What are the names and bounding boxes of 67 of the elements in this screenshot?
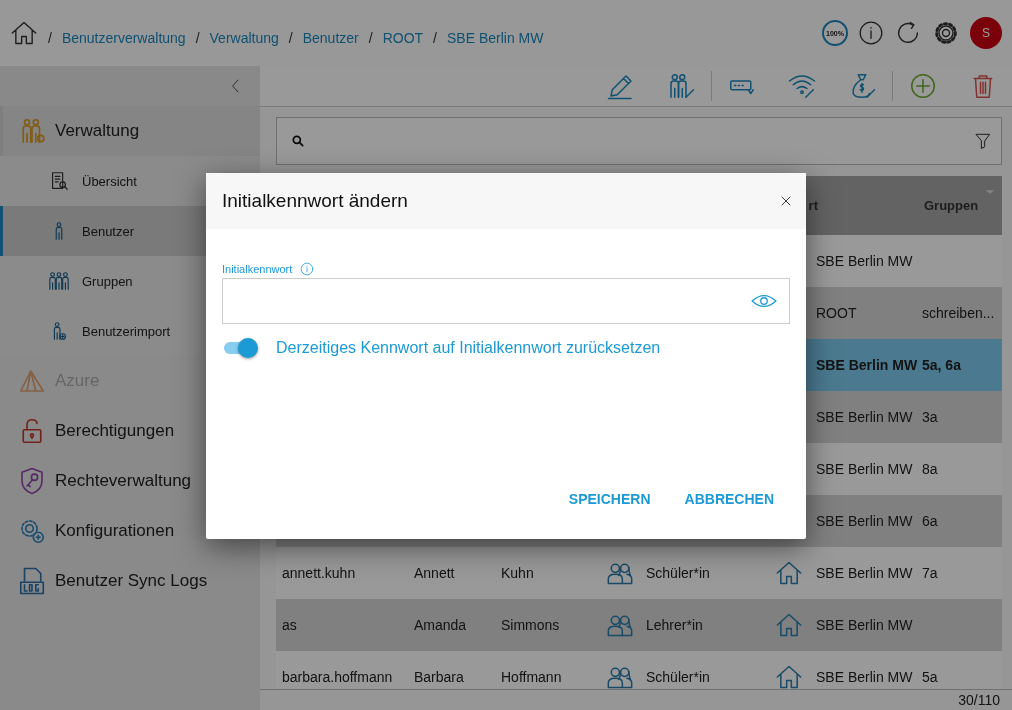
settings-icon[interactable] bbox=[932, 19, 960, 47]
people-icon bbox=[48, 270, 70, 292]
table-cell-text: Annett bbox=[413, 565, 456, 581]
dialog-button[interactable]: ABBRECHEN bbox=[676, 485, 782, 513]
table-cell-text: annett.kuhn bbox=[281, 565, 357, 581]
table-cell-text: Amanda bbox=[413, 617, 468, 633]
add-circle-icon[interactable] bbox=[908, 71, 938, 101]
sort-caret-icon bbox=[984, 188, 996, 196]
breadcrumb-separator: / bbox=[48, 30, 52, 46]
table-cell-text: as bbox=[281, 617, 298, 633]
table-cell-text: SBE Berlin MW bbox=[815, 357, 916, 373]
toggle-switch[interactable] bbox=[222, 338, 258, 358]
breadcrumb-separator: / bbox=[433, 30, 437, 46]
house-icon bbox=[775, 611, 803, 639]
house-icon bbox=[775, 663, 803, 689]
column-header[interactable]: Gruppen bbox=[924, 198, 1002, 213]
table-cell-text: ROOT bbox=[815, 305, 858, 321]
sidebar-item[interactable]: Berechtigungen bbox=[0, 406, 260, 456]
table-cell-text: SBE Berlin MW bbox=[815, 565, 914, 581]
table-cell-text: barbara.hoffmann bbox=[281, 669, 394, 685]
breadcrumb-link[interactable]: ROOT bbox=[382, 30, 424, 46]
pagination-count: 30/110 bbox=[958, 692, 1000, 708]
toggle-label: Derzeitiges Kennwort auf Initialkennwort zurücksetzen bbox=[276, 339, 661, 357]
sidebar-item[interactable]: Konfigurationen bbox=[0, 506, 260, 556]
table-cell-text: 7a bbox=[921, 565, 939, 581]
table-cell-text: SBE Berlin MW bbox=[815, 409, 914, 425]
breadcrumb-link[interactable]: Verwaltung bbox=[209, 30, 279, 46]
breadcrumb-separator: / bbox=[288, 30, 293, 46]
user-avatar[interactable]: S bbox=[970, 17, 1002, 49]
table-cell-text: 6a bbox=[921, 513, 939, 529]
table-cell-text: SBE Berlin MW bbox=[815, 513, 914, 529]
table-cell-text: SBE Berlin MW bbox=[815, 617, 914, 633]
table-cell-text: Simmons bbox=[500, 617, 561, 633]
dialog-button[interactable]: SPEICHERN bbox=[560, 485, 659, 513]
breadcrumb-separator: / bbox=[368, 30, 373, 46]
table-cell-text: Hoffmann bbox=[500, 669, 563, 685]
breadcrumb-link[interactable]: Benutzerverwaltung bbox=[61, 30, 186, 46]
table-cell-text: schreiben... bbox=[921, 305, 996, 321]
breadcrumb-link[interactable]: SBE Berlin MW bbox=[447, 30, 544, 46]
table-cell-text: 5a, 6a bbox=[921, 357, 962, 373]
table-cell-text: Schüler*in bbox=[645, 565, 711, 581]
table-cell-text: SBE Berlin MW bbox=[815, 461, 914, 477]
info-icon[interactable] bbox=[858, 20, 884, 46]
column-header[interactable]: rt bbox=[808, 198, 818, 213]
table-cell-text: Lehrer*in bbox=[645, 617, 704, 633]
sidebar-item[interactable]: Rechteverwaltung bbox=[0, 456, 260, 506]
table-cell-text: SBE Berlin MW bbox=[815, 253, 914, 269]
table-cell-text: SBE Berlin MW bbox=[815, 669, 914, 685]
search-field[interactable] bbox=[276, 117, 1002, 165]
table-cell-text: 3a bbox=[921, 409, 939, 425]
filter-icon[interactable] bbox=[973, 131, 993, 151]
info-icon bbox=[300, 262, 315, 276]
house-icon bbox=[775, 559, 803, 587]
breadcrumb-separator: / bbox=[195, 30, 200, 46]
table-cell-text: Schüler*in bbox=[645, 669, 711, 685]
table-row[interactable]: as Amanda Simmons Lehrer*in SBE Berlin MW bbox=[276, 599, 1002, 651]
breadcrumb-link[interactable]: Benutzer bbox=[302, 30, 359, 46]
search-icon bbox=[291, 134, 305, 148]
table-cell-text: 8a bbox=[921, 461, 939, 477]
table-cell-text: Barbara bbox=[413, 669, 465, 685]
sidebar-item[interactable]: Verwaltung bbox=[0, 106, 260, 156]
home-icon[interactable] bbox=[10, 19, 38, 47]
sidebar-item[interactable]: Benutzer Sync Logs bbox=[0, 556, 260, 606]
table-cell-text: Kuhn bbox=[500, 565, 535, 581]
log-document-icon bbox=[17, 566, 47, 596]
table-cell-text: 5a bbox=[921, 669, 939, 685]
password-field[interactable] bbox=[222, 278, 790, 324]
